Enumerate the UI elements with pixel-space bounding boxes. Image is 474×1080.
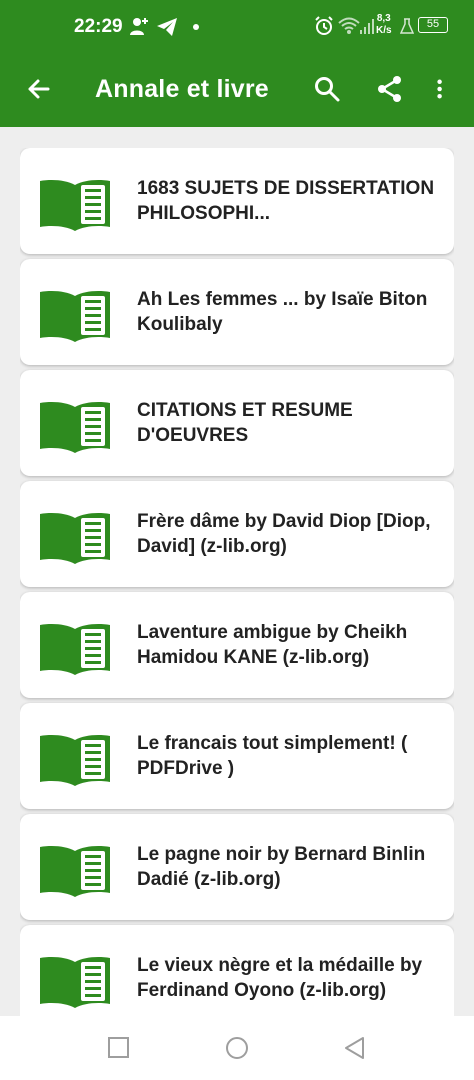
book-title: 1683 SUJETS DE DISSERTATION PHILOSOPHI..… — [137, 148, 437, 254]
book-icon — [40, 402, 110, 453]
book-title-text: Laventure ambigue by Cheikh Hamidou KANE… — [137, 622, 408, 668]
search-icon[interactable] — [312, 74, 342, 104]
book-card[interactable]: Le pagne noir by Bernard Binlin Dadié (z… — [20, 814, 454, 920]
book-title-text: CITATIONS ET RESUME D'OEUVRES — [137, 400, 353, 446]
net-speed-value: 8,3 — [376, 13, 391, 24]
book-title-text: Le francais tout simplement! ( PDFDrive … — [137, 733, 408, 779]
status-bar: 22:29 8,3 K/s 55 — [0, 0, 474, 54]
telegram-icon — [157, 18, 177, 36]
book-title-text: Le vieux nègre et la médaille by Ferdina… — [137, 955, 423, 1001]
book-title-text: Ah Les femmes ... by Isaïe Biton Kouliba… — [137, 289, 428, 335]
toolbar: Annale et livre — [0, 54, 474, 127]
page-title: Annale et livre — [95, 75, 269, 103]
book-card[interactable]: Ah Les femmes ... by Isaïe Biton Kouliba… — [20, 259, 454, 365]
book-title-text: 1683 SUJETS DE DISSERTATION PHILOSOPHI..… — [137, 178, 435, 224]
book-card[interactable]: CITATIONS ET RESUME D'OEUVRES — [20, 370, 454, 476]
book-icon — [40, 180, 110, 231]
book-card[interactable]: Le vieux nègre et la médaille by Ferdina… — [20, 925, 454, 1016]
book-title: Le pagne noir by Bernard Binlin Dadié (z… — [137, 814, 437, 920]
book-icon — [40, 513, 110, 564]
book-title: Le vieux nègre et la médaille by Ferdina… — [137, 925, 437, 1016]
book-list: 1683 SUJETS DE DISSERTATION PHILOSOPHI..… — [20, 148, 454, 1016]
book-icon — [40, 846, 110, 897]
book-title: Le francais tout simplement! ( PDFDrive … — [137, 703, 437, 809]
circle-home-icon[interactable] — [225, 1036, 249, 1060]
book-card[interactable]: 1683 SUJETS DE DISSERTATION PHILOSOPHI..… — [20, 148, 454, 254]
triangle-back-icon[interactable] — [343, 1036, 367, 1060]
person-add-icon — [130, 18, 148, 35]
status-time: 22:29 — [74, 16, 123, 37]
book-card[interactable]: Le francais tout simplement! ( PDFDrive … — [20, 703, 454, 809]
status-right-icons: 8,3 K/s 55 — [314, 12, 452, 42]
app-bar: 22:29 8,3 K/s 55 Annale et livre — [0, 0, 474, 127]
book-icon — [40, 624, 110, 675]
book-title: Ah Les femmes ... by Isaïe Biton Kouliba… — [137, 259, 437, 365]
flask-icon — [400, 18, 414, 34]
battery-level: 55 — [426, 18, 440, 30]
book-title: Laventure ambigue by Cheikh Hamidou KANE… — [137, 592, 437, 698]
navigation-bar — [0, 1016, 474, 1080]
alarm-icon — [315, 16, 333, 35]
net-speed-unit: K/s — [376, 25, 392, 36]
signal-icon — [360, 19, 374, 34]
share-icon[interactable] — [375, 74, 405, 104]
book-icon — [40, 957, 110, 1008]
battery-icon: 55 — [418, 17, 448, 33]
net-speed: 8,3 K/s — [376, 13, 392, 37]
book-card[interactable]: Laventure ambigue by Cheikh Hamidou KANE… — [20, 592, 454, 698]
wifi-icon — [338, 17, 360, 34]
arrow-back-icon[interactable] — [22, 72, 56, 106]
book-title: Frère dâme by David Diop [Diop, David] (… — [137, 481, 437, 587]
book-title: CITATIONS ET RESUME D'OEUVRES — [137, 370, 437, 476]
more-vert-icon[interactable] — [430, 74, 454, 104]
dot-icon — [193, 24, 199, 30]
book-card[interactable]: Frère dâme by David Diop [Diop, David] (… — [20, 481, 454, 587]
book-title-text: Le pagne noir by Bernard Binlin Dadié (z… — [137, 844, 426, 890]
square-recents-icon[interactable] — [107, 1036, 131, 1060]
book-title-text: Frère dâme by David Diop [Diop, David] (… — [137, 511, 431, 557]
book-icon — [40, 735, 110, 786]
book-icon — [40, 291, 110, 342]
